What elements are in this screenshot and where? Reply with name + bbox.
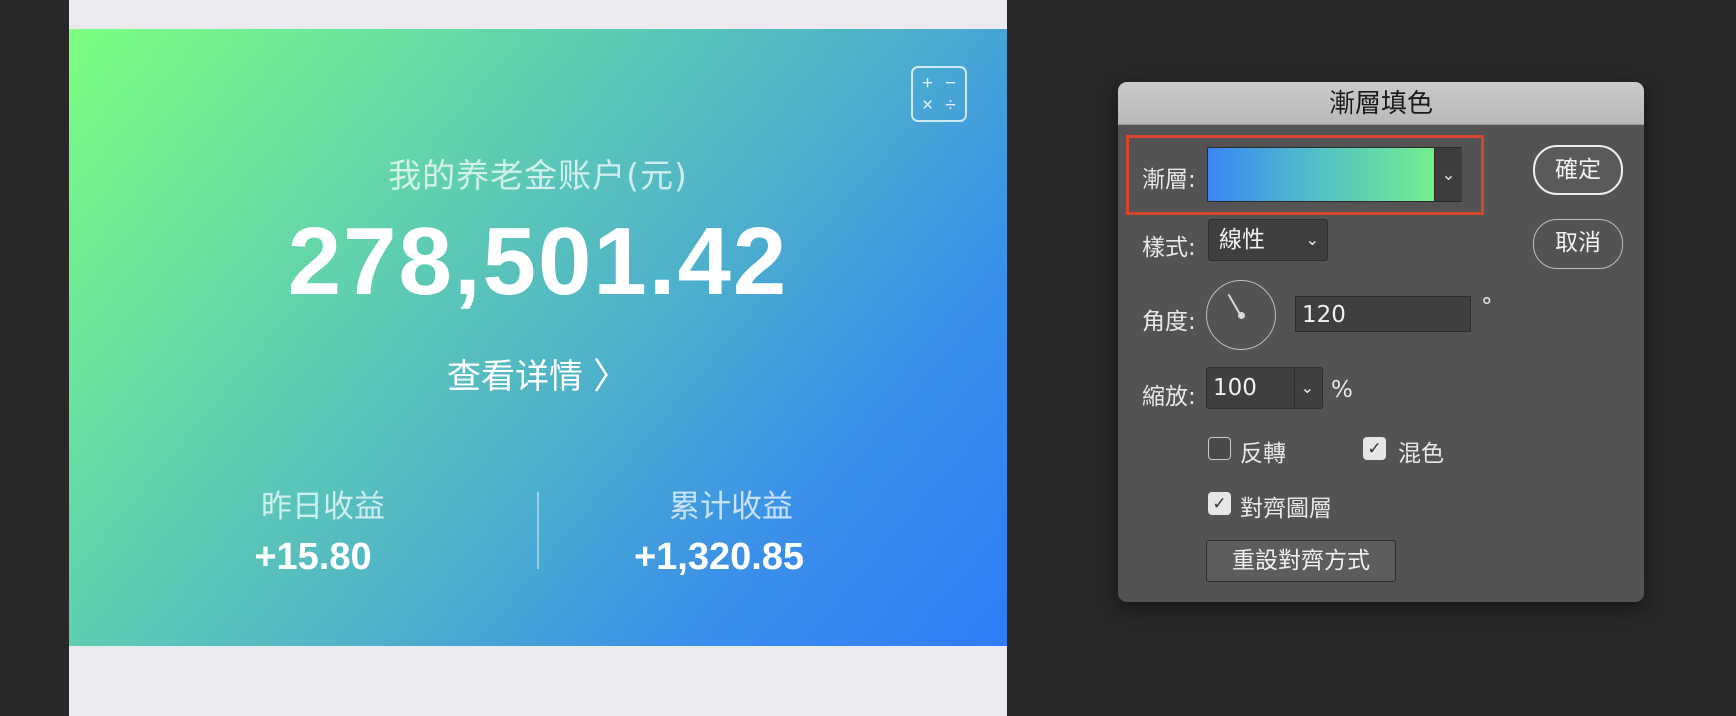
- style-label: 樣式:: [1142, 235, 1196, 261]
- scale-select[interactable]: 100 ⌄: [1206, 367, 1323, 409]
- reset-alignment-button[interactable]: 重設對齊方式: [1206, 540, 1396, 582]
- cancel-button[interactable]: 取消: [1533, 219, 1623, 269]
- times-glyph: ×: [921, 95, 934, 116]
- view-details-link[interactable]: 查看详情〉: [69, 347, 1007, 399]
- gradient-fill-dialog: 漸層填色 漸層: ⌄ 確定 取消 樣式: 線性 ⌄ 角度: 120 ° 縮放: …: [1118, 82, 1644, 602]
- chevron-down-icon: ⌄: [1293, 368, 1314, 408]
- pension-account-card: + − × ÷ 我的养老金账户(元) 278,501.42 查看详情〉 昨日收益…: [69, 29, 1007, 646]
- angle-dial[interactable]: [1206, 280, 1276, 350]
- cumulative-earnings-label: 累计收益: [669, 489, 793, 525]
- scale-label: 縮放:: [1142, 384, 1196, 410]
- yesterday-earnings-label: 昨日收益: [261, 489, 385, 525]
- gradient-swatch[interactable]: [1207, 147, 1462, 202]
- minus-glyph: −: [944, 73, 957, 94]
- divide-glyph: ÷: [945, 95, 956, 116]
- chevron-right-icon: 〉: [592, 356, 629, 397]
- chevron-down-icon: ⌄: [1305, 230, 1319, 249]
- gradient-dropdown-chevron-icon[interactable]: ⌄: [1434, 148, 1462, 201]
- angle-input[interactable]: 120: [1295, 296, 1471, 332]
- plus-glyph: +: [921, 73, 934, 94]
- cumulative-earnings-value: +1,320.85: [633, 536, 805, 578]
- design-canvas: + − × ÷ 我的养老金账户(元) 278,501.42 查看详情〉 昨日收益…: [69, 0, 1007, 716]
- align-with-layer-label: 對齊圖層: [1240, 496, 1332, 522]
- calculator-icon[interactable]: + − × ÷: [911, 66, 967, 122]
- account-title: 我的养老金账户(元): [388, 156, 688, 195]
- view-details-label: 查看详情: [446, 357, 583, 397]
- angle-unit: °: [1481, 294, 1493, 320]
- align-with-layer-checkbox[interactable]: ✓: [1208, 492, 1231, 515]
- scale-unit: %: [1331, 377, 1353, 403]
- account-balance: 278,501.42: [287, 208, 789, 315]
- angle-label: 角度:: [1142, 309, 1196, 335]
- reverse-checkbox[interactable]: [1208, 437, 1231, 460]
- scale-select-value: 100: [1213, 375, 1257, 401]
- reverse-label: 反轉: [1240, 441, 1286, 467]
- yesterday-earnings-value: +15.80: [254, 536, 372, 578]
- dither-label: 混色: [1398, 441, 1444, 467]
- stats-divider: [537, 492, 539, 569]
- dialog-title: 漸層填色: [1118, 82, 1644, 125]
- style-select[interactable]: 線性 ⌄: [1208, 219, 1328, 261]
- style-select-value: 線性: [1219, 227, 1265, 253]
- ok-button[interactable]: 確定: [1533, 145, 1623, 195]
- dither-checkbox[interactable]: ✓: [1363, 437, 1386, 460]
- angle-hub: [1238, 312, 1245, 319]
- gradient-label: 漸層:: [1142, 167, 1196, 193]
